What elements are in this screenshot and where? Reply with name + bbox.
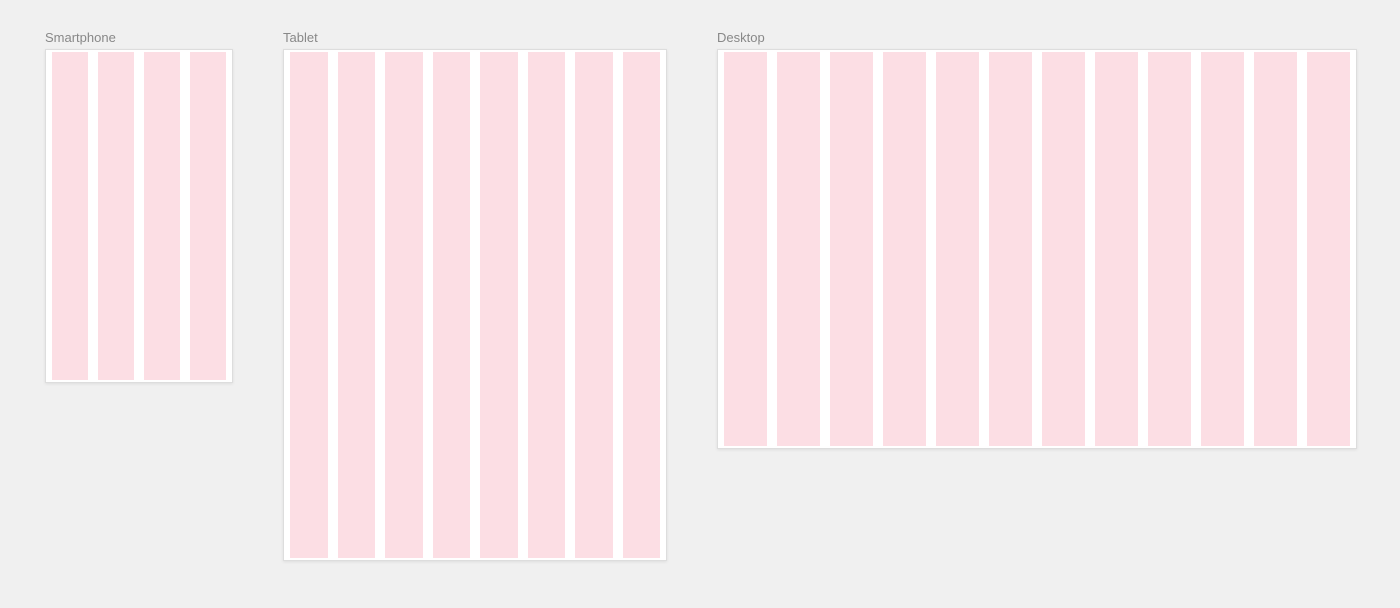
grid-column (98, 52, 134, 380)
grid-column (1307, 52, 1350, 446)
grid-column (144, 52, 180, 380)
grid-column (1095, 52, 1138, 446)
device-frame-tablet (283, 49, 667, 561)
grid-column (724, 52, 767, 446)
grid-column (480, 52, 518, 558)
device-frame-desktop (717, 49, 1357, 449)
grid-column (936, 52, 979, 446)
grid-column (1042, 52, 1085, 446)
grid-column (1148, 52, 1191, 446)
grid-column (385, 52, 423, 558)
grid-column (623, 52, 661, 558)
grid-column (575, 52, 613, 558)
grid-column (190, 52, 226, 380)
device-desktop: Desktop (717, 30, 1357, 449)
device-tablet: Tablet (283, 30, 667, 561)
device-label-smartphone: Smartphone (45, 30, 233, 45)
device-frame-smartphone (45, 49, 233, 383)
grid-column (830, 52, 873, 446)
grid-column (1254, 52, 1297, 446)
grid-column (52, 52, 88, 380)
grid-breakpoints-diagram: Smartphone Tablet Desktop (45, 30, 1355, 561)
grid-column (290, 52, 328, 558)
grid-column (989, 52, 1032, 446)
device-label-desktop: Desktop (717, 30, 1357, 45)
grid-column (883, 52, 926, 446)
grid-column (433, 52, 471, 558)
device-label-tablet: Tablet (283, 30, 667, 45)
grid-column (338, 52, 376, 558)
device-smartphone: Smartphone (45, 30, 233, 383)
grid-column (1201, 52, 1244, 446)
grid-column (777, 52, 820, 446)
grid-column (528, 52, 566, 558)
